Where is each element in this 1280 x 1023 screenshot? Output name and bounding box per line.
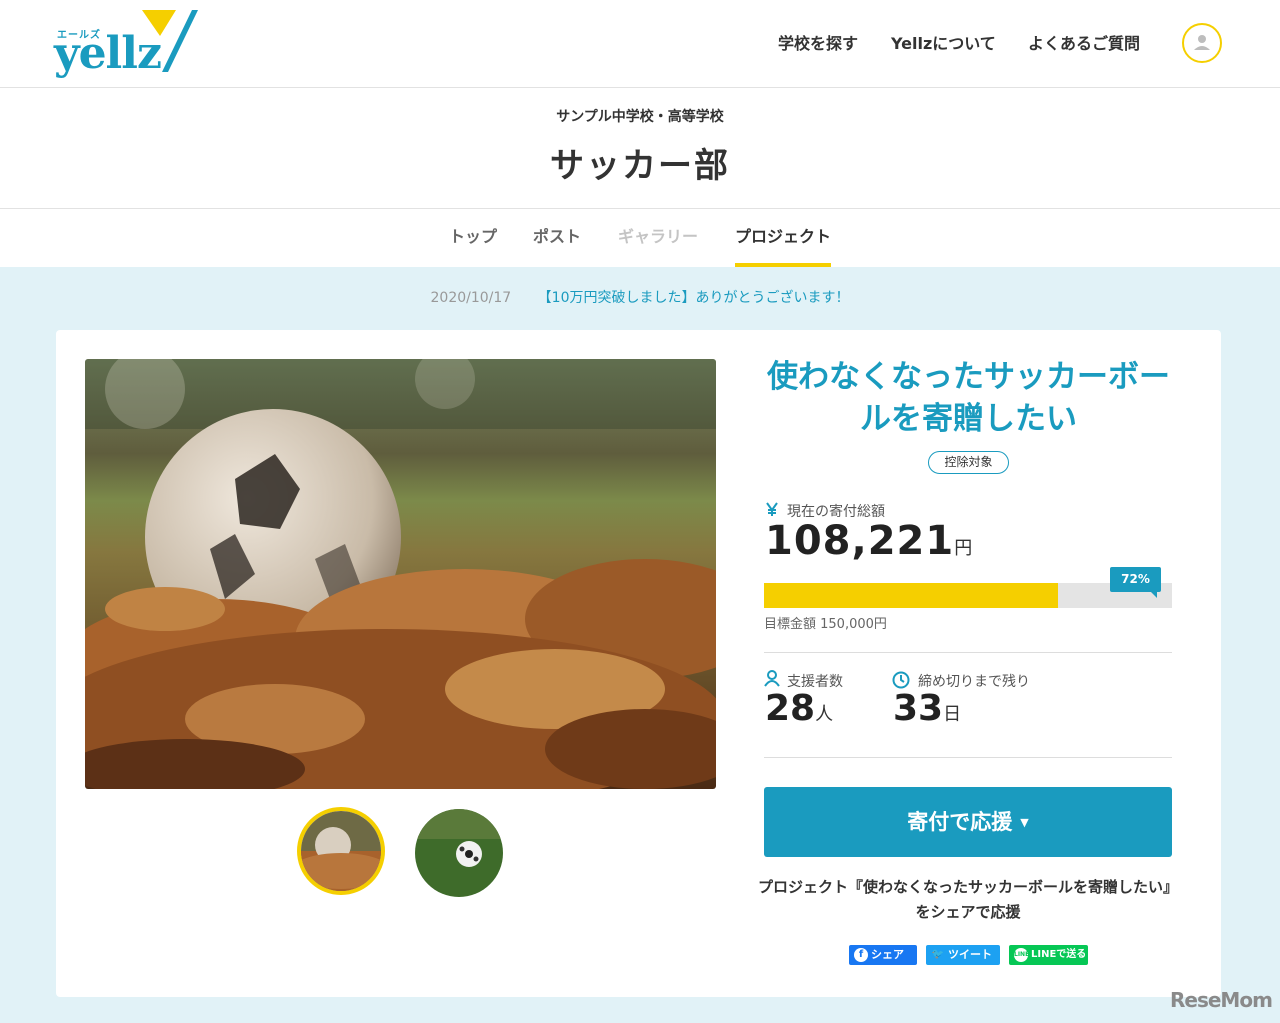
facebook-icon: f [854, 948, 868, 962]
project-card: 使わなくなったサッカーボールを寄贈したい 控除対象 現在の寄付総額 108,22… [56, 330, 1221, 997]
share-prompt: プロジェクト『使わなくなったサッカーボールを寄贈したい』をシェアで応援 [757, 878, 1178, 921]
person-icon [764, 670, 780, 687]
twitter-tweet-button[interactable]: 🐦 ツイート [926, 945, 1000, 965]
twitter-tweet-label: ツイート [948, 948, 992, 961]
school-name: サンプル中学校・高等学校 [556, 109, 724, 125]
clock-icon [892, 671, 910, 689]
divider [764, 757, 1172, 758]
club-header: サンプル中学校・高等学校 サッカー部 [0, 88, 1280, 209]
twitter-bird-icon: 🐦 [931, 949, 945, 960]
news-link[interactable]: 【10万円突破しました】ありがとうございます！ [538, 290, 850, 306]
goal-amount: 目標金額 150,000円 [764, 617, 887, 632]
donate-button[interactable]: 寄付で応援 ▼ [764, 787, 1172, 857]
caret-down-icon: ▼ [1020, 816, 1029, 829]
supporters-value: 28 [765, 688, 816, 729]
nav-about-yellz[interactable]: Yellzについて [891, 30, 996, 54]
tab-gallery: ギャラリー [618, 227, 699, 246]
thumbnail-2[interactable] [415, 809, 503, 897]
line-share-button[interactable]: LINE LINEで送る [1009, 945, 1088, 965]
facebook-share-button[interactable]: f シェア [849, 945, 917, 965]
thumbnail-ball-grass-image [415, 809, 503, 897]
logo-flag-icon [142, 10, 198, 72]
yen-icon [766, 502, 778, 516]
thumbnail-ball-leaves-image [301, 811, 381, 891]
soccer-ball-leaves-image [85, 359, 716, 789]
line-icon: LINE [1014, 948, 1029, 962]
resemom-watermark: ReseMom [1170, 988, 1273, 1012]
tax-deduction-badge: 控除対象 [928, 451, 1009, 474]
yellz-logo[interactable]: エールズ yellz [54, 8, 204, 80]
donate-button-label: 寄付で応援 [907, 810, 1013, 834]
project-section: 2020/10/17 【10万円突破しました】ありがとうございます！ 使わなくな… [0, 267, 1280, 1023]
user-icon [1194, 35, 1210, 50]
supporters-unit: 人 [815, 704, 834, 725]
deadline-unit: 日 [943, 704, 962, 725]
club-name: サッカー部 [550, 146, 730, 186]
nav-find-school[interactable]: 学校を探す [778, 30, 858, 54]
club-tabs: トップ ポスト ギャラリー プロジェクト [0, 209, 1280, 267]
tab-post[interactable]: ポスト [533, 223, 581, 267]
raised-amount-unit: 円 [954, 538, 973, 559]
funding-progress-percent: 72% [1110, 567, 1161, 598]
thumbnail-1[interactable] [297, 807, 385, 895]
supporters-count: 28人 [765, 688, 833, 729]
nav-faq[interactable]: よくあるご質問 [1028, 30, 1140, 54]
news-date: 2020/10/17 [430, 290, 512, 306]
line-share-label: LINEで送る [1031, 949, 1087, 960]
tab-top[interactable]: トップ [449, 223, 497, 267]
project-main-photo [85, 359, 716, 789]
raised-amount-value: 108,221 [765, 518, 955, 564]
divider [764, 652, 1172, 653]
news-banner: 2020/10/17 【10万円突破しました】ありがとうございます！ [0, 287, 1280, 307]
days-remaining: 33日 [893, 688, 961, 729]
deadline-value: 33 [893, 688, 944, 729]
user-avatar-button[interactable] [1182, 23, 1222, 63]
facebook-share-label: シェア [871, 948, 904, 961]
tab-project[interactable]: プロジェクト [735, 223, 832, 267]
raised-amount: 108,221円 [765, 518, 972, 564]
project-title: 使わなくなったサッカーボールを寄贈したい [767, 359, 1170, 437]
funding-progress-fill [764, 583, 1058, 608]
site-header: エールズ yellz 学校を探す Yellzについて よくあるご質問 [0, 0, 1280, 88]
